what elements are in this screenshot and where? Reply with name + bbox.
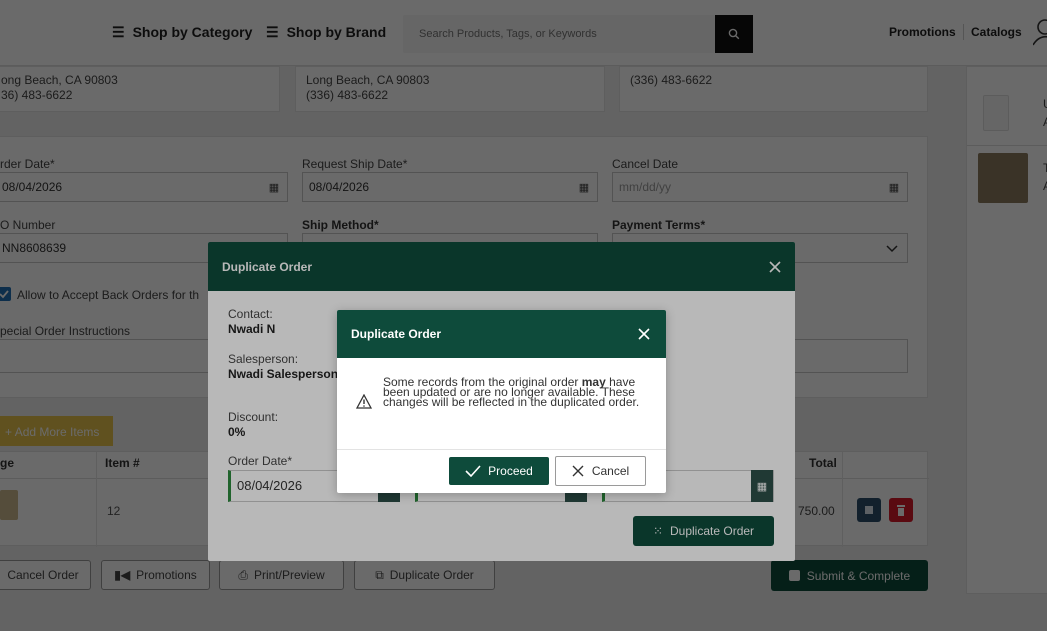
close-icon xyxy=(572,465,584,477)
cancel-button[interactable]: Cancel xyxy=(555,456,646,486)
confirm-body: Some records from the original order may… xyxy=(337,358,666,450)
check-icon xyxy=(465,465,481,477)
confirm-header: Duplicate Order xyxy=(337,310,666,358)
proceed-button[interactable]: Proceed xyxy=(449,457,549,485)
confirm-title: Duplicate Order xyxy=(351,327,442,341)
close-icon[interactable] xyxy=(638,328,650,340)
duplicate-order-confirm-dialog: Duplicate Order Some records from the or… xyxy=(337,310,666,493)
cancel-label: Cancel xyxy=(591,464,630,478)
warning-icon xyxy=(356,394,372,409)
confirm-message: Some records from the original order may… xyxy=(383,376,655,408)
proceed-label: Proceed xyxy=(488,464,533,478)
